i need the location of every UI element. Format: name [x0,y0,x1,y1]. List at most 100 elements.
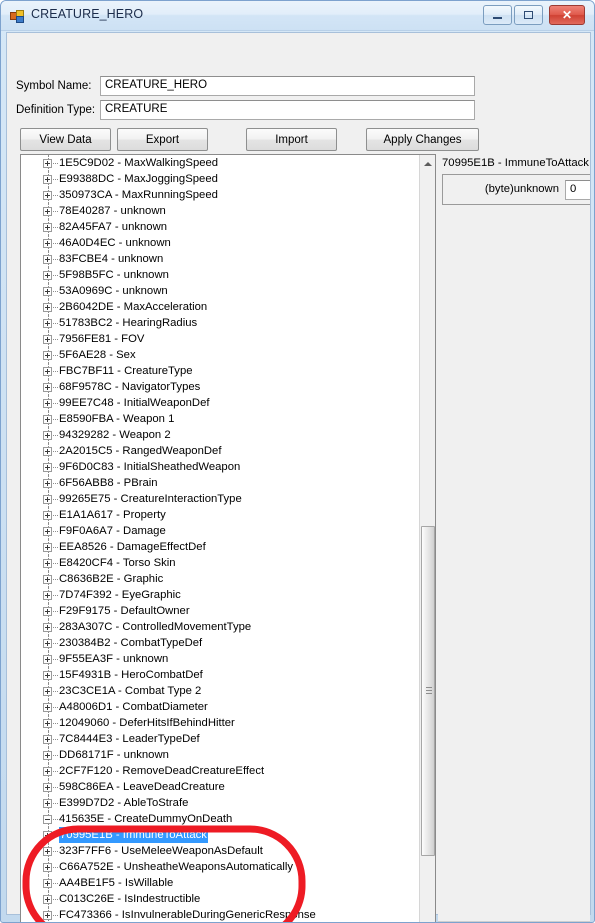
expand-icon[interactable] [43,863,52,872]
expand-icon[interactable] [43,831,52,840]
import-button[interactable]: Import [246,128,337,151]
export-button[interactable]: Export [117,128,208,151]
tree-item[interactable]: FBC7BF11 - CreatureType [21,363,421,379]
tree-item[interactable]: 6F56ABB8 - PBrain [21,475,421,491]
view-data-button[interactable]: View Data [20,128,111,151]
tree-item[interactable]: 350973CA - MaxRunningSpeed [21,187,421,203]
expand-icon[interactable] [43,559,52,568]
expand-icon[interactable] [43,319,52,328]
tree-item[interactable]: 23C3CE1A - Combat Type 2 [21,683,421,699]
expand-icon[interactable] [43,383,52,392]
apply-changes-button[interactable]: Apply Changes [366,128,479,151]
tree-item[interactable]: C013C26E - IsIndestructible [21,891,421,907]
tree-item[interactable]: 82A45FA7 - unknown [21,219,421,235]
tree-item[interactable]: 2CF7F120 - RemoveDeadCreatureEffect [21,763,421,779]
title-bar[interactable]: CREATURE_HERO ✕ [1,1,594,31]
tree-item[interactable]: E8420CF4 - Torso Skin [21,555,421,571]
tree-item[interactable]: 46A0D4EC - unknown [21,235,421,251]
tree-item[interactable]: 598C86EA - LeaveDeadCreature [21,779,421,795]
tree-item[interactable]: E399D7D2 - AbleToStrafe [21,795,421,811]
tree-item[interactable]: AA4BE1F5 - IsWillable [21,875,421,891]
expand-icon[interactable] [43,783,52,792]
expand-icon[interactable] [43,799,52,808]
symbol-name-input[interactable]: CREATURE_HERO [100,76,475,96]
tree-item[interactable]: 53A0969C - unknown [21,283,421,299]
tree-item[interactable]: 7D74F392 - EyeGraphic [21,587,421,603]
expand-icon[interactable] [43,447,52,456]
expand-icon[interactable] [43,767,52,776]
definition-type-input[interactable]: CREATURE [100,100,475,120]
expand-icon[interactable] [43,575,52,584]
expand-icon[interactable] [43,431,52,440]
close-button[interactable]: ✕ [549,5,585,25]
tree-item[interactable]: 15F4931B - HeroCombatDef [21,667,421,683]
expand-icon[interactable] [43,367,52,376]
expand-icon[interactable] [43,735,52,744]
expand-icon[interactable] [43,255,52,264]
scroll-up-button[interactable] [420,155,435,172]
expand-icon[interactable] [43,239,52,248]
tree-item[interactable]: C8636B2E - Graphic [21,571,421,587]
property-tree-panel[interactable]: 1E5C9D02 - MaxWalkingSpeed E99388DC - Max… [20,154,436,922]
expand-icon[interactable] [43,271,52,280]
tree-item[interactable]: 94329282 - Weapon 2 [21,427,421,443]
tree-item[interactable]: 99EE7C48 - InitialWeaponDef [21,395,421,411]
expand-icon[interactable] [43,479,52,488]
tree-item[interactable]: 7956FE81 - FOV [21,331,421,347]
maximize-button[interactable] [514,5,543,25]
tree-item[interactable]: 83FCBE4 - unknown [21,251,421,267]
tree-item[interactable]: E1A1A617 - Property [21,507,421,523]
expand-icon[interactable] [43,655,52,664]
tree-item[interactable]: DD68171F - unknown [21,747,421,763]
expand-icon[interactable] [43,527,52,536]
expand-icon[interactable] [43,223,52,232]
scrollbar-thumb[interactable] [421,526,435,856]
expand-icon[interactable] [43,335,52,344]
tree-item[interactable]: EEA8526 - DamageEffectDef [21,539,421,555]
expand-icon[interactable] [43,671,52,680]
tree-item[interactable]: A48006D1 - CombatDiameter [21,699,421,715]
expand-icon[interactable] [43,287,52,296]
expand-icon[interactable] [43,895,52,904]
tree-item[interactable]: 9F6D0C83 - InitialSheathedWeapon [21,459,421,475]
tree-item[interactable]: 78E40287 - unknown [21,203,421,219]
minimize-button[interactable] [483,5,512,25]
tree-item[interactable]: F29F9175 - DefaultOwner [21,603,421,619]
tree-item[interactable]: 9F55EA3F - unknown [21,651,421,667]
expand-icon[interactable] [43,399,52,408]
expand-icon[interactable] [43,511,52,520]
expand-icon[interactable] [43,751,52,760]
tree-item[interactable]: 5F6AE28 - Sex [21,347,421,363]
collapse-icon[interactable] [43,815,52,824]
expand-icon[interactable] [43,687,52,696]
tree-item[interactable]: E8590FBA - Weapon 1 [21,411,421,427]
expand-icon[interactable] [43,463,52,472]
tree-item[interactable]: 2A2015C5 - RangedWeaponDef [21,443,421,459]
tree-item[interactable]: 2B6042DE - MaxAcceleration [21,299,421,315]
expand-icon[interactable] [43,719,52,728]
tree-item[interactable]: 230384B2 - CombatTypeDef [21,635,421,651]
expand-icon[interactable] [43,191,52,200]
expand-icon[interactable] [43,207,52,216]
expand-icon[interactable] [43,175,52,184]
expand-icon[interactable] [43,623,52,632]
expand-icon[interactable] [43,303,52,312]
expand-icon[interactable] [43,879,52,888]
tree-item[interactable]: F9F0A6A7 - Damage [21,523,421,539]
tree-item[interactable]: 323F7FF6 - UseMeleeWeaponAsDefault [21,843,421,859]
expand-icon[interactable] [43,543,52,552]
tree-item[interactable]: 12049060 - DeferHitsIfBehindHitter [21,715,421,731]
expand-icon[interactable] [43,911,52,920]
expand-icon[interactable] [43,495,52,504]
tree-item[interactable]: 1E5C9D02 - MaxWalkingSpeed [21,155,421,171]
tree-item[interactable]: 283A307C - ControlledMovementType [21,619,421,635]
expand-icon[interactable] [43,703,52,712]
tree-item[interactable]: 70995E1B - ImmuneToAttack [21,827,421,843]
tree-item[interactable]: 7C8444E3 - LeaderTypeDef [21,731,421,747]
expand-icon[interactable] [43,607,52,616]
expand-icon[interactable] [43,351,52,360]
tree-item[interactable]: 99265E75 - CreatureInteractionType [21,491,421,507]
tree-item[interactable]: 415635E - CreateDummyOnDeath [21,811,421,827]
expand-icon[interactable] [43,639,52,648]
tree-item[interactable]: 68F9578C - NavigatorTypes [21,379,421,395]
